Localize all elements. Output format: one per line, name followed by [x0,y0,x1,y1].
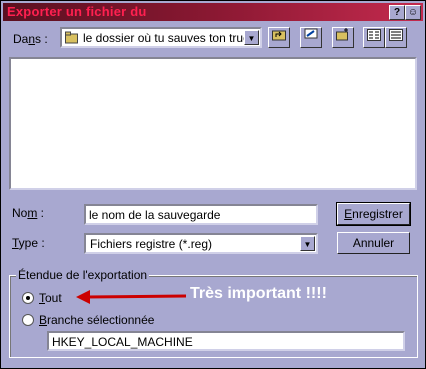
details-view-icon [389,29,403,44]
file-list[interactable] [9,57,417,190]
help-button[interactable]: ? [389,5,405,20]
branch-value: HKEY_LOCAL_MACHINE [52,335,193,349]
filename-value: le nom de la sauvegarde [89,208,221,222]
desktop-icon [304,28,318,44]
annotation-text: Très important !!!! [190,285,327,302]
title-bar[interactable]: Exporter un fichier du ? ☺ [3,3,423,21]
filetype-label: Type : [12,236,45,250]
close-button[interactable]: ☺ [405,5,421,20]
list-view-button[interactable] [363,27,385,48]
filename-input[interactable]: le nom de la sauvegarde [84,204,318,225]
export-range-title: Étendue de l'exportation [16,268,150,282]
cancel-button[interactable]: Annuler [337,232,410,254]
folder-icon [65,31,79,44]
filetype-dropdown[interactable]: Fichiers registre (*.reg) ▼ [84,233,318,254]
up-folder-icon [272,30,286,44]
save-button[interactable]: Enregistrer [336,202,411,226]
branch-input[interactable]: HKEY_LOCAL_MACHINE [47,331,405,351]
chevron-down-icon[interactable]: ▼ [244,30,259,45]
new-folder-icon [336,28,350,44]
radio-all[interactable] [22,292,34,304]
dialog-title: Exporter un fichier du [7,4,147,19]
radio-branch[interactable] [22,314,34,326]
look-in-dropdown[interactable]: le dossier où tu sauves ton truc ▼ [60,27,262,48]
radio-all-label[interactable]: Tout [39,291,62,305]
filename-label: Nom : [12,206,45,220]
details-view-button[interactable] [385,27,407,48]
list-view-icon [367,29,381,44]
chevron-down-icon[interactable]: ▼ [300,236,315,251]
radio-branch-label[interactable]: Branche sélectionnée [39,313,154,327]
annotation-arrow [76,290,187,304]
up-folder-button[interactable] [268,27,290,48]
new-folder-button[interactable] [332,27,354,48]
look-in-label: Dans : [13,32,48,46]
look-in-value: le dossier où tu sauves ton truc [83,31,250,45]
desktop-button[interactable] [300,27,322,48]
filetype-value: Fichiers registre (*.reg) [90,237,213,251]
